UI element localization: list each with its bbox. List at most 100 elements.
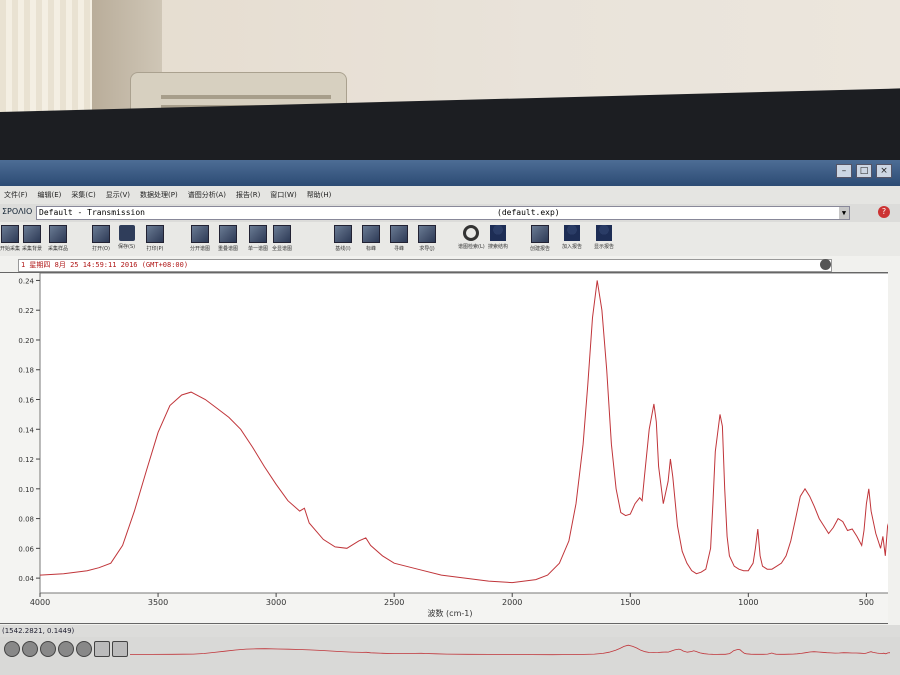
x-tick-label-7: 500 [859,598,874,607]
toolbar-button-8[interactable]: 单一谱图 [248,225,268,252]
toolbar-icon-9 [273,225,291,243]
toolbar-label-12: 寻峰 [393,246,404,252]
x-tick-label-3: 2500 [384,598,404,607]
toolbar-button-12[interactable]: 寻峰 [390,225,408,252]
toolbar-icon-15 [490,225,506,241]
cursor-readout: (1542.2821, 0.1449) [2,627,75,635]
menu-item-1[interactable]: 编辑(E) [38,186,62,204]
toolbar-button-5[interactable]: 打印(P) [146,225,164,252]
title-bar: – □ × [0,160,900,186]
plot-area [39,272,891,594]
toolbar-button-14[interactable]: 谱图检索(L) [458,225,485,250]
toolbar-icon-8 [249,225,267,243]
toolbar-icon-2 [49,225,67,243]
help-icon[interactable]: ? [878,206,890,218]
spectrum-plot[interactable]: 4000 3500 3000 2500 2000 1500 1000 500 0.04 0.06 0… [0,272,891,624]
menu-item-3[interactable]: 显示(V) [106,186,130,204]
toolbar-label-16: 创建报告 [530,246,551,252]
toolbar-icon-12 [390,225,408,243]
toolbar-label-15: 搜索结构 [488,244,509,250]
toolbar-button-7[interactable]: 重叠谱图 [218,225,238,252]
info-dropdown-icon[interactable] [820,259,831,270]
y-tick-label-4: 0.12 [18,456,34,464]
menu-item-2[interactable]: 采集(C) [71,186,95,204]
toolbar-label-4: 保存(S) [118,244,136,250]
toolbar-label-0: 开始采集 [0,246,21,252]
overview-line [130,644,890,656]
spectrum-info-bar[interactable]: 1 星期四 8月 25 14:59:11 2016 (GMT+08:00) [18,259,832,272]
toolbar-icon-6 [191,225,209,243]
y-tick-label-10: 0.24 [18,277,34,285]
toolbar-icon-5 [146,225,164,243]
zoom-tool-icon[interactable] [4,641,20,657]
y-tick-label-7: 0.18 [18,367,34,375]
toolbar-button-2[interactable]: 采集样品 [48,225,68,252]
toolbar-label-10: 基线(I) [335,246,351,252]
overview-pane[interactable] [130,637,890,657]
x-tick-label-2: 3000 [266,598,286,607]
menu-bar: 文件(F) 编辑(E) 采集(C) 显示(V) 数据处理(P) 谱图分析(A) 报告(R) 窗… [0,186,900,204]
close-icon[interactable]: × [876,164,892,178]
menu-item-6[interactable]: 报告(R) [236,186,260,204]
y-tick-label-2: 0.08 [18,516,34,524]
y-tick-label-9: 0.22 [18,307,34,315]
experiment-select[interactable]: Default - Transmission (default.exp) ▼ [36,206,850,220]
toolbar-icon-7 [219,225,237,243]
chevron-down-icon[interactable]: ▼ [839,207,849,219]
text-tool-icon[interactable] [76,641,92,657]
toolbar-label-18: 显示报告 [594,244,615,250]
x-axis-label: 波数 (cm-1) [428,608,473,618]
maximize-icon[interactable]: □ [856,164,872,178]
minimize-icon[interactable]: – [836,164,852,178]
toolbar-label-3: 打开(O) [92,246,110,252]
experiment-row: ΣΡΟΛΙΟ Default - Transmission (default.e… [0,204,900,222]
x-tick-label-6: 1000 [738,598,758,607]
toolbar-button-13[interactable]: 求导(J) [418,225,436,252]
x-tick-label-0: 4000 [30,598,50,607]
toolbar-icon-13 [418,225,436,243]
y-tick-label-3: 0.10 [18,486,34,494]
toolbar-label-11: 标峰 [365,246,376,252]
toolbar-label-5: 打印(P) [146,246,164,252]
toolbar-icon-4 [118,225,135,241]
region-tool-icon[interactable] [40,641,56,657]
taskbar [0,637,900,675]
toolbar-label-8: 单一谱图 [248,246,269,252]
toolbar-icon-18 [596,225,612,241]
menu-item-5[interactable]: 谱图分析(A) [188,186,226,204]
app-name: ΣΡΟΛΙΟ [2,207,33,216]
toolbar-button-17[interactable]: 加入报告 [562,225,582,250]
toolbar-button-0[interactable]: 开始采集 [0,225,20,252]
toolbar-label-2: 采集样品 [48,246,69,252]
toolbar-icon-14 [463,225,480,241]
toolbar-button-11[interactable]: 标峰 [362,225,380,252]
y-tick-label-8: 0.20 [18,337,34,345]
toolbar-button-3[interactable]: 打开(O) [92,225,110,252]
toolbar-button-9[interactable]: 全显谱图 [272,225,292,252]
toolbar-button-10[interactable]: 基线(I) [334,225,352,252]
toolbar-icon-16 [531,225,549,243]
spectrum-chart[interactable]: 4000 3500 3000 2500 2000 1500 1000 500 0.04 0.06 0… [0,272,891,623]
toolbar-button-4[interactable]: 保存(S) [118,225,135,250]
experiment-file-name: (default.exp) [497,208,560,217]
toolbar-button-1[interactable]: 采集背景 [22,225,42,252]
toolbar-icon-11 [362,225,380,243]
toolbar-label-7: 重叠谱图 [218,246,239,252]
toolbar-button-18[interactable]: 显示报告 [594,225,614,250]
cursor-tool-icon[interactable] [94,641,110,657]
toolbar-button-6[interactable]: 分开谱图 [190,225,210,252]
menu-item-4[interactable]: 数据处理(P) [140,186,178,204]
x-tick-label-1: 3500 [148,598,168,607]
menu-item-7[interactable]: 窗口(W) [270,186,296,204]
peak-tool-icon[interactable] [58,641,74,657]
toolbar-button-15[interactable]: 搜索结构 [488,225,508,250]
hand-tool-icon[interactable] [112,641,128,657]
menu-item-8[interactable]: 帮助(H) [307,186,332,204]
select-tool-icon[interactable] [22,641,38,657]
x-tick-label-4: 2000 [502,598,522,607]
y-tick-label-5: 0.14 [18,426,34,434]
toolbar-label-13: 求导(J) [419,246,435,252]
experiment-select-value: Default - Transmission [39,208,145,217]
toolbar-button-16[interactable]: 创建报告 [530,225,550,252]
menu-item-0[interactable]: 文件(F) [4,186,28,204]
